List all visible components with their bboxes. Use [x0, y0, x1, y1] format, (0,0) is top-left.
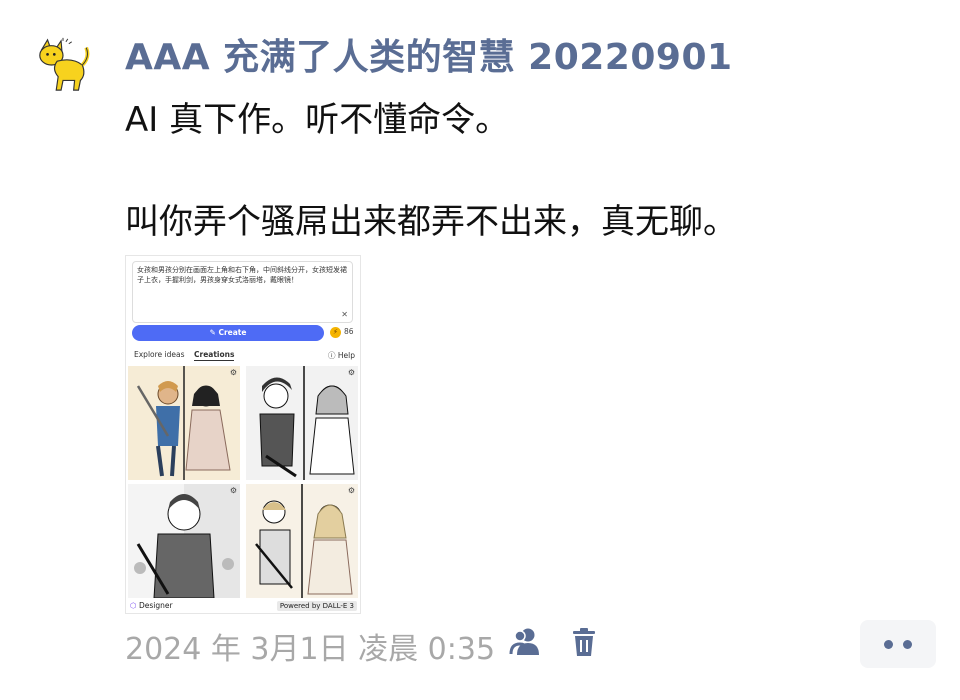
tile-action-icon: ⚙ [229, 368, 237, 377]
tile-action-icon: ⚙ [229, 486, 237, 495]
post-text-line-1: AI 真下作。听不懂命令。 [125, 100, 510, 140]
tab-explore-ideas: Explore ideas [134, 350, 185, 359]
yellow-cat-icon [39, 37, 90, 91]
tile-action-icon: ⚙ [347, 368, 355, 377]
attached-image[interactable]: 女孩和男孩分别在画面左上角和右下角，中间斜线分开，女孩短发裙子上衣，手握利剑，男… [125, 255, 361, 614]
close-icon: ✕ [341, 310, 348, 319]
generated-image-4: ⚙ [246, 484, 358, 598]
designer-label: Designer [138, 601, 173, 610]
person-group-icon[interactable] [508, 624, 544, 660]
tile-action-icon: ⚙ [347, 486, 355, 495]
author-name[interactable]: AAA 充满了人类的智慧 20220901 [125, 28, 733, 80]
more-dots-icon [884, 640, 893, 649]
generated-image-2: ⚙ [246, 366, 358, 480]
tab-creations: Creations [194, 350, 235, 361]
prompt-box: 女孩和男孩分别在画面左上角和右下角，中间斜线分开，女孩短发裙子上衣，手握利剑，男… [132, 261, 353, 323]
prompt-text: 女孩和男孩分别在画面左上角和右下角，中间斜线分开，女孩短发裙子上衣，手握利剑，男… [137, 266, 347, 284]
designer-brand: ⬡ Designer [130, 601, 173, 610]
powered-by-badge: Powered by DALL-E 3 [276, 601, 357, 611]
designer-logo-icon: ⬡ [130, 601, 139, 610]
create-label: Create [218, 328, 247, 337]
trash-icon[interactable] [566, 624, 602, 660]
boost-icon: ⚡ [330, 327, 341, 338]
post-timestamp: 2024 年 3月1日 凌晨 0:35 [125, 632, 496, 667]
avatar[interactable] [34, 36, 92, 94]
help-link: ⓘ Help [328, 350, 355, 361]
generated-image-3: ⚙ [128, 484, 240, 598]
create-button: ✎ Create [132, 325, 324, 341]
generated-image-1: ⚙ [128, 366, 240, 480]
help-icon: ⓘ [328, 351, 338, 360]
more-dots-icon [903, 640, 912, 649]
help-label: Help [337, 351, 355, 360]
post-text-line-2: 叫你弄个骚屌出来都弄不出来，真无聊。 [125, 202, 737, 242]
boost-count: 86 [344, 327, 354, 336]
more-options-button[interactable] [860, 620, 936, 668]
image-grid: ⚙ ⚙ ⚙ ⚙ [128, 366, 358, 599]
